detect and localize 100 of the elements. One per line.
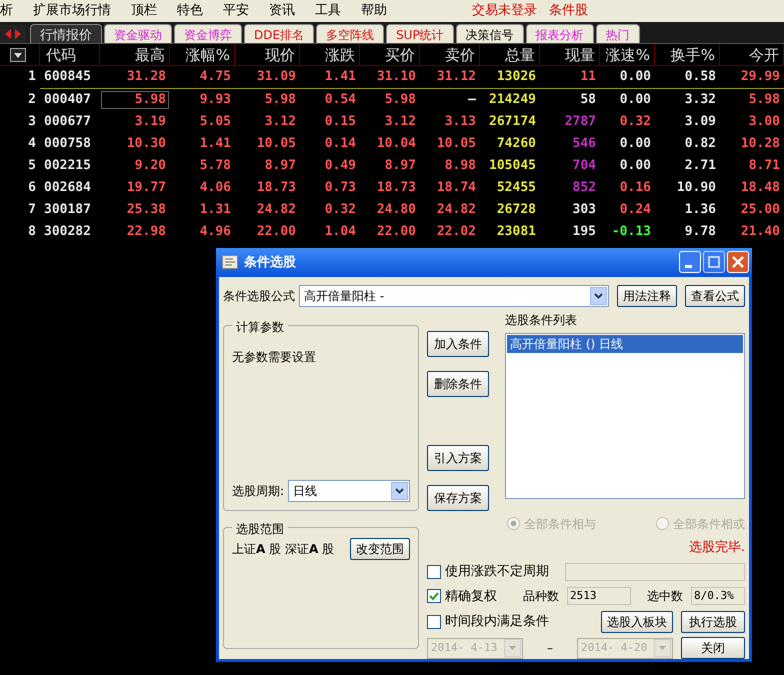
row-number: 5 bbox=[27, 157, 37, 176]
table-cell-text: 10.30 bbox=[126, 135, 167, 154]
field-label: 品种数 bbox=[523, 588, 559, 606]
menu-item[interactable]: 特色 bbox=[167, 1, 213, 21]
column-header[interactable]: 涨跌 bbox=[300, 44, 360, 65]
tab[interactable]: 资金博弈 bbox=[174, 24, 242, 43]
row-number: 8 bbox=[27, 223, 37, 242]
table-cell-text: 22.00 bbox=[256, 223, 297, 242]
table-cell-text: 3.19 bbox=[134, 113, 167, 132]
dropdown-icon[interactable] bbox=[10, 48, 26, 62]
table-cell-text: 1.41 bbox=[324, 68, 357, 86]
table-cell-text: 0.24 bbox=[618, 201, 652, 220]
column-header[interactable]: 卖价 bbox=[420, 44, 480, 65]
maximize-button[interactable] bbox=[703, 251, 725, 274]
tab[interactable]: 资金驱动 bbox=[104, 24, 172, 43]
menu-item[interactable]: 平安 bbox=[213, 1, 259, 21]
checkbox-label: 使用涨跌不定周期 bbox=[445, 563, 549, 581]
tab[interactable]: 报表分析 bbox=[526, 24, 594, 43]
table-cell-text: 2.71 bbox=[684, 157, 717, 176]
list-item[interactable]: 高开倍量阳柱 () 日线 bbox=[507, 334, 743, 352]
dialog-button[interactable]: 删除条件 bbox=[427, 370, 489, 396]
checkbox[interactable] bbox=[427, 564, 441, 579]
table-cell-text: 3.13 bbox=[444, 113, 477, 132]
tab[interactable]: SUP统计 bbox=[386, 24, 454, 43]
table-cell-text: 26728 bbox=[496, 201, 537, 220]
menu-item[interactable]: 扩展市场行情 bbox=[23, 1, 121, 21]
menu-item[interactable]: 帮助 bbox=[351, 1, 397, 21]
column-header[interactable]: 换手% bbox=[655, 44, 720, 65]
field-label: 选股周期: bbox=[232, 482, 284, 500]
table-cell-text: 25.00 bbox=[740, 201, 781, 220]
minimize-button[interactable] bbox=[679, 251, 701, 274]
maximize-icon bbox=[708, 256, 720, 268]
table-cell-text: 24.82 bbox=[436, 201, 477, 220]
dialog-button[interactable]: 保存方案 bbox=[427, 484, 489, 510]
list-label: 选股条件列表 bbox=[505, 312, 578, 328]
column-header[interactable]: 现价 bbox=[235, 44, 300, 65]
radio-label: 全部条件相与 bbox=[524, 516, 596, 532]
column-header[interactable]: 最高 bbox=[100, 44, 170, 65]
dialog-button[interactable]: 引入方案 bbox=[427, 444, 489, 470]
info-text: 上证A 股 深证A 股 bbox=[232, 540, 334, 558]
dialog-button[interactable]: 查看公式 bbox=[685, 284, 745, 306]
table-cell-text: 19.77 bbox=[126, 179, 167, 198]
table-cell-text: 3.32 bbox=[684, 91, 717, 110]
table-cell-text: 18.74 bbox=[436, 179, 477, 198]
checkbox-label: 时间段内满足条件 bbox=[445, 613, 549, 632]
column-header[interactable]: 涨速% bbox=[600, 44, 655, 65]
table-cell-text: 8.71 bbox=[748, 157, 781, 176]
table-cell-text: 22.00 bbox=[376, 223, 417, 242]
dialog-button[interactable]: 选股入板块 bbox=[601, 611, 673, 633]
scroll-arrows-icon[interactable] bbox=[0, 25, 26, 43]
change-range-button[interactable]: 改变范围 bbox=[350, 538, 410, 560]
tab[interactable]: 热门 bbox=[596, 24, 640, 43]
dialog-button[interactable]: 加入条件 bbox=[427, 330, 489, 356]
table-cell-text: 8.97 bbox=[384, 157, 417, 176]
table-cell-text: 0.15 bbox=[324, 113, 357, 132]
column-header[interactable]: 买价 bbox=[360, 44, 420, 65]
column-header[interactable]: 代码 bbox=[40, 44, 100, 65]
checkbox-label: 精确复权 bbox=[445, 588, 497, 606]
column-header[interactable]: 总量 bbox=[480, 44, 540, 65]
checkbox[interactable] bbox=[427, 589, 441, 604]
period-dropdown[interactable]: 日线 bbox=[288, 480, 410, 502]
table-cell-text: 31.28 bbox=[126, 68, 167, 86]
formula-dropdown[interactable]: 高开倍量阳柱 - bbox=[299, 284, 609, 306]
table-cell-text: 303 bbox=[572, 201, 597, 220]
close-button[interactable] bbox=[727, 251, 749, 274]
tab[interactable]: 决策信号 bbox=[456, 24, 524, 43]
menu-item[interactable]: 交易未登录 bbox=[466, 1, 543, 21]
table-cell-text: 1.31 bbox=[198, 201, 232, 220]
menu-item[interactable]: 条件股 bbox=[543, 1, 594, 21]
menu-item[interactable]: 析 bbox=[0, 1, 23, 21]
table-cell-text: 10.05 bbox=[256, 135, 297, 154]
table-cell-text: 000758 bbox=[43, 135, 92, 154]
table-cell-text: 10.28 bbox=[740, 135, 781, 154]
table-cell-text: 74260 bbox=[496, 135, 537, 154]
table-cell-text: 195 bbox=[572, 223, 597, 242]
dialog-button[interactable]: 执行选股 bbox=[681, 611, 745, 633]
table-cell-text: 600845 bbox=[43, 68, 92, 86]
tab[interactable]: DDE排名 bbox=[244, 24, 314, 43]
table-cell-text: 4.96 bbox=[198, 223, 232, 242]
checkbox[interactable] bbox=[427, 615, 441, 629]
table-cell: 5.98 bbox=[100, 90, 170, 110]
menu-item[interactable]: 顶栏 bbox=[121, 1, 167, 21]
table-cell-text: 11 bbox=[579, 68, 597, 86]
close-dialog-button[interactable]: 关闭 bbox=[681, 637, 745, 659]
tab[interactable]: 行情报价 bbox=[30, 24, 102, 43]
dialog-button[interactable]: 用法注释 bbox=[617, 284, 677, 306]
table-cell-text: 3.12 bbox=[384, 113, 417, 132]
table-cell-text: 0.58 bbox=[684, 68, 717, 86]
tab[interactable]: 多空阵线 bbox=[316, 24, 384, 43]
column-header[interactable]: 涨幅% bbox=[170, 44, 235, 65]
field-label: 条件选股公式 bbox=[223, 288, 295, 304]
table-cell-text: 9.78 bbox=[684, 223, 717, 242]
column-header[interactable]: 现量 bbox=[540, 44, 600, 65]
table-cell-text: 3.12 bbox=[264, 113, 297, 132]
table-cell-text: 10.04 bbox=[376, 135, 417, 154]
row-number: 7 bbox=[27, 201, 37, 220]
column-header[interactable]: 今开 bbox=[720, 44, 784, 65]
menu-item[interactable]: 资讯 bbox=[259, 1, 305, 21]
menu-item[interactable]: 工具 bbox=[305, 1, 351, 21]
table-cell-text: 0.00 bbox=[618, 157, 652, 176]
